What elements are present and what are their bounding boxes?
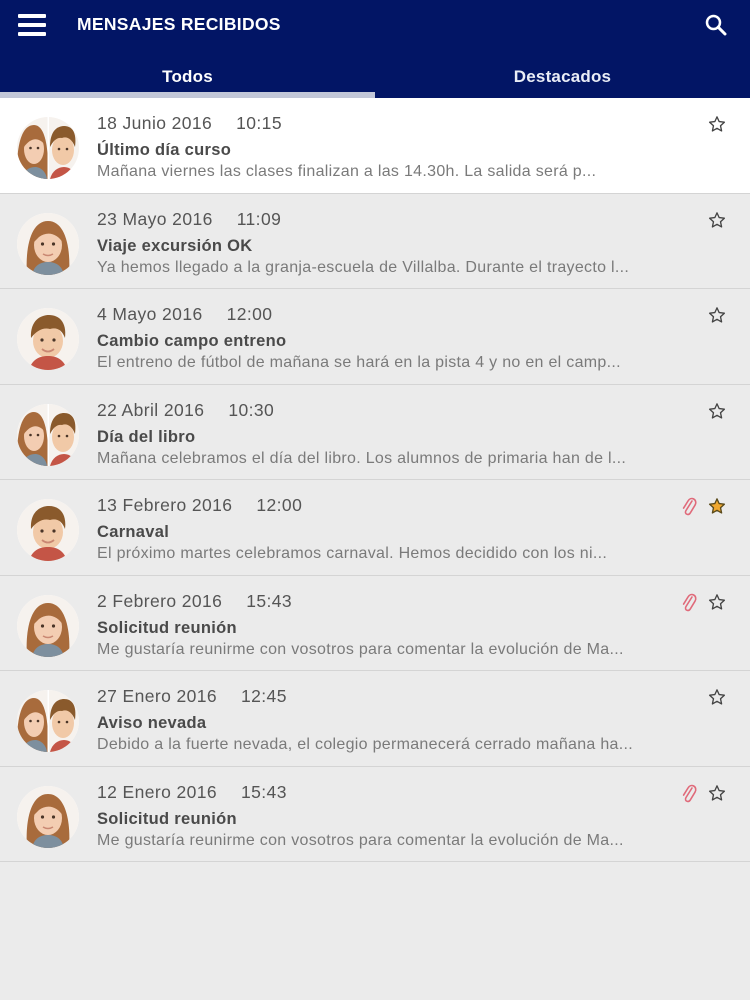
app-bar: MENSAJES RECIBIDOS Todos Destacados — [0, 0, 750, 98]
message-time: 12:00 — [256, 495, 303, 515]
star-outline-icon[interactable] — [708, 211, 726, 229]
avatar — [17, 499, 79, 561]
message-subject: Viaje excursión OK — [97, 236, 253, 255]
message-date: 22 Abril 2016 — [97, 399, 205, 420]
message-datetime: 18 Junio 2016 10:15 — [97, 113, 282, 134]
message-datetime: 4 Mayo 2016 12:00 — [97, 304, 272, 325]
message-subject: Cambio campo entreno — [97, 332, 287, 350]
message-preview: El próximo martes celebramos carnaval. H… — [97, 545, 608, 562]
message-row[interactable]: 18 Junio 2016 10:15 Último día curso Mañana… — [0, 98, 750, 194]
message-datetime: 2 Febrero 2016 15:43 — [97, 591, 292, 612]
message-preview: Mañana celebramos el día del libro. Los … — [97, 449, 627, 467]
hamburger-menu-icon[interactable] — [18, 14, 46, 36]
message-preview: Ya hemos llegado a la granja-escuela de … — [97, 258, 630, 276]
message-subject: Último día curso — [97, 141, 232, 159]
message-date: 4 Mayo 2016 — [97, 304, 203, 324]
avatar — [17, 690, 79, 752]
message-subject: Solicitud reunión — [97, 809, 237, 828]
message-subject: Aviso nevada — [97, 714, 207, 732]
message-time: 12:45 — [241, 686, 287, 706]
message-list: 18 Junio 2016 10:15 Último día curso Mañana… — [0, 98, 750, 862]
paperclip-icon — [681, 496, 697, 516]
star-outline-icon[interactable] — [708, 593, 726, 611]
tab-destacados[interactable]: Destacados — [375, 58, 750, 98]
message-time: 10:30 — [228, 399, 275, 420]
message-preview: Me gustaría reunirme con vosotros para c… — [97, 640, 624, 658]
star-outline-icon[interactable] — [708, 306, 726, 324]
message-time: 12:00 — [226, 304, 273, 324]
message-preview: El entreno de fútbol de mañana se hará e… — [97, 354, 621, 371]
avatar — [17, 308, 79, 370]
star-outline-icon[interactable] — [708, 115, 726, 133]
message-datetime: 27 Enero 2016 12:45 — [97, 686, 287, 707]
star-outline-icon[interactable] — [708, 688, 726, 706]
message-row[interactable]: 12 Enero 2016 15:43 Solicitud reunión Me gu… — [0, 766, 750, 862]
paperclip-icon — [681, 783, 697, 803]
message-row[interactable]: 23 Mayo 2016 11:09 Viaje excursión OK Ya he… — [0, 193, 750, 289]
paperclip-icon — [681, 592, 697, 612]
message-row[interactable]: 4 Mayo 2016 12:00 Cambio campo entreno El e… — [0, 289, 750, 385]
avatar — [17, 785, 79, 848]
message-datetime: 13 Febrero 2016 12:00 — [97, 495, 302, 516]
message-row[interactable]: 13 Febrero 2016 12:00 Carnaval El próximo m… — [0, 480, 750, 576]
message-time: 15:43 — [246, 590, 293, 611]
message-date: 27 Enero 2016 — [97, 686, 218, 706]
message-datetime: 23 Mayo 2016 11:09 — [97, 209, 281, 230]
message-date: 12 Enero 2016 — [97, 781, 218, 802]
star-outline-icon[interactable] — [708, 402, 726, 420]
message-date: 2 Febrero 2016 — [97, 590, 223, 611]
message-date: 18 Junio 2016 — [97, 113, 213, 133]
message-date: 13 Febrero 2016 — [97, 495, 233, 515]
avatar — [17, 212, 79, 275]
message-preview: Me gustaría reunirme con vosotros para c… — [97, 831, 624, 849]
search-icon[interactable] — [705, 14, 727, 36]
message-row[interactable]: 2 Febrero 2016 15:43 Solicitud reunión Me g… — [0, 575, 750, 671]
message-date: 23 Mayo 2016 — [97, 208, 213, 229]
avatar — [17, 403, 79, 466]
message-time: 10:15 — [236, 113, 282, 133]
message-row[interactable]: 27 Enero 2016 12:45 Aviso nevada Debido a l… — [0, 671, 750, 767]
message-subject: Solicitud reunión — [97, 618, 237, 637]
star-filled-icon[interactable] — [708, 497, 726, 515]
message-preview: Mañana viernes las clases finalizan a la… — [97, 163, 597, 180]
star-outline-icon[interactable] — [708, 784, 726, 802]
message-time: 11:09 — [236, 208, 282, 229]
message-datetime: 22 Abril 2016 10:30 — [97, 400, 274, 421]
message-row[interactable]: 22 Abril 2016 10:30 Día del libro Mañana ce… — [0, 384, 750, 480]
page-title: MENSAJES RECIBIDOS — [77, 14, 281, 34]
avatar — [17, 117, 79, 179]
avatar — [17, 594, 79, 657]
message-datetime: 12 Enero 2016 15:43 — [97, 782, 287, 803]
message-preview: Debido a la fuerte nevada, el colegio pe… — [97, 736, 633, 753]
message-subject: Día del libro — [97, 427, 196, 446]
message-subject: Carnaval — [97, 523, 170, 541]
message-time: 15:43 — [241, 781, 287, 802]
